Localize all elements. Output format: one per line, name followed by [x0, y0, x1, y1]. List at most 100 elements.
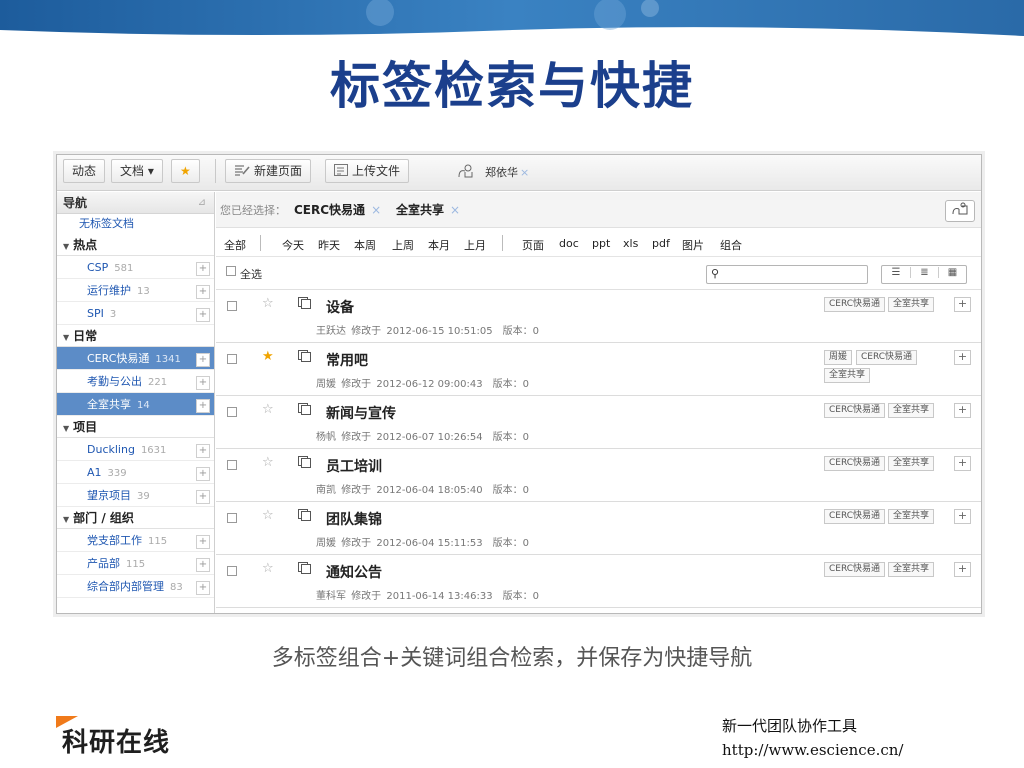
filter-type-xls[interactable]: xls — [623, 237, 638, 250]
nav-group-daily[interactable]: ▼ 日常 — [57, 325, 214, 347]
sidebar-item-csp[interactable]: CSP 581 + — [57, 256, 214, 279]
row-checkbox[interactable] — [227, 460, 237, 470]
sidebar-item-cerc[interactable]: CERC快易通 1341 + — [57, 347, 214, 370]
add-tag-button[interactable]: + — [196, 444, 210, 458]
add-tag-button[interactable]: + — [196, 399, 210, 413]
row-tag[interactable]: CERC快易通 — [824, 403, 886, 418]
filter-type-combo[interactable]: 组合 — [720, 237, 742, 253]
row-tag[interactable]: 全室共享 — [888, 509, 935, 524]
new-page-button[interactable]: 新建页面 — [225, 159, 312, 183]
filter-type-pdf[interactable]: pdf — [652, 237, 670, 250]
add-tag-button[interactable]: + — [196, 535, 210, 549]
add-tag-button[interactable]: + — [954, 456, 971, 471]
add-tag-button[interactable]: + — [196, 353, 210, 367]
filter-this-month[interactable]: 本月 — [428, 237, 450, 253]
row-checkbox[interactable] — [227, 301, 237, 311]
grid-view-icon[interactable]: ▦ — [938, 267, 966, 278]
table-row[interactable]: ☆ 通知公告 董科军 修改于 2011-06-14 13:46:33 版本：0 CERC… — [216, 556, 981, 608]
filter-last-month[interactable]: 上月 — [464, 237, 486, 253]
row-checkbox[interactable] — [227, 513, 237, 523]
add-tag-button[interactable]: + — [196, 285, 210, 299]
row-checkbox[interactable] — [227, 566, 237, 576]
favorite-button[interactable]: ★ — [171, 159, 200, 183]
docs-dropdown[interactable]: 文档 ▾ — [111, 159, 163, 183]
row-tag[interactable]: 全室共享 — [824, 368, 871, 383]
save-shortcut-button[interactable] — [945, 200, 975, 222]
add-tag-button[interactable]: + — [196, 308, 210, 322]
sidebar-item-ops[interactable]: 运行维护 13 + — [57, 279, 214, 302]
upload-button[interactable]: 上传文件 — [325, 159, 410, 183]
dynamic-button[interactable]: 动态 — [63, 159, 106, 183]
row-tag[interactable]: 全室共享 — [888, 562, 935, 577]
row-checkbox[interactable] — [227, 354, 237, 364]
row-tag[interactable]: 全室共享 — [888, 456, 935, 471]
add-tag-button[interactable]: + — [196, 262, 210, 276]
remove-tag-icon[interactable]: × — [371, 203, 381, 217]
add-tag-button[interactable]: + — [196, 467, 210, 481]
star-icon[interactable]: ★ — [262, 349, 274, 364]
sidebar-item-spi[interactable]: SPI 3 + — [57, 302, 214, 325]
document-title[interactable]: 员工培训 — [326, 456, 382, 476]
star-icon[interactable]: ☆ — [262, 455, 274, 470]
nav-group-departments[interactable]: ▼ 部门 / 组织 — [57, 507, 214, 529]
star-icon[interactable]: ☆ — [262, 296, 274, 311]
add-tag-button[interactable]: + — [196, 581, 210, 595]
sidebar-item-party[interactable]: 党支部工作 115 + — [57, 529, 214, 552]
add-tag-button[interactable]: + — [196, 376, 210, 390]
filter-yesterday[interactable]: 昨天 — [318, 237, 340, 253]
search-input[interactable]: ⚲ — [706, 265, 868, 284]
sidebar-item-attendance[interactable]: 考勤与公出 221 + — [57, 370, 214, 393]
row-tag[interactable]: 全室共享 — [888, 403, 935, 418]
nav-group-hot[interactable]: ▼ 热点 — [57, 234, 214, 256]
filter-type-ppt[interactable]: ppt — [592, 237, 610, 250]
star-icon[interactable]: ☆ — [262, 561, 274, 576]
filter-type-page[interactable]: 页面 — [522, 237, 544, 253]
row-tag[interactable]: CERC快易通 — [824, 509, 886, 524]
add-tag-button[interactable]: + — [954, 297, 971, 312]
sidebar-item-product[interactable]: 产品部 115 + — [57, 552, 214, 575]
sidebar-item-wangjing[interactable]: 望京项目 39 + — [57, 484, 214, 507]
nav-group-projects[interactable]: ▼ 项目 — [57, 416, 214, 438]
document-title[interactable]: 团队集锦 — [326, 509, 382, 529]
add-tag-button[interactable]: + — [954, 403, 971, 418]
row-tag[interactable]: CERC快易通 — [824, 562, 886, 577]
row-tag[interactable]: CERC快易通 — [824, 297, 886, 312]
row-tag[interactable]: CERC快易通 — [856, 350, 918, 365]
pin-icon[interactable]: ⊿ — [198, 192, 206, 214]
row-tag[interactable]: 全室共享 — [888, 297, 935, 312]
document-title[interactable]: 新闻与宣传 — [326, 403, 396, 423]
filter-this-week[interactable]: 本周 — [354, 237, 376, 253]
sidebar-item-a1[interactable]: A1 339 + — [57, 461, 214, 484]
star-icon[interactable]: ☆ — [262, 402, 274, 417]
remove-tag-icon[interactable]: × — [450, 203, 460, 217]
sidebar-item-shared[interactable]: 全室共享 14 + — [57, 393, 214, 416]
filter-type-image[interactable]: 图片 — [682, 237, 704, 253]
add-tag-button[interactable]: + — [954, 350, 971, 365]
sidebar-item-duckling[interactable]: Duckling 1631 + — [57, 438, 214, 461]
filter-today[interactable]: 今天 — [282, 237, 304, 253]
document-title[interactable]: 常用吧 — [326, 350, 368, 370]
filter-type-doc[interactable]: doc — [559, 237, 579, 250]
list-view-icon[interactable]: ☰ — [882, 267, 910, 278]
select-all-checkbox[interactable] — [226, 266, 236, 276]
sidebar-item-admin[interactable]: 综合部内部管理 83 + — [57, 575, 214, 598]
footer-url[interactable]: http://www.escience.cn/ — [722, 738, 903, 762]
document-title[interactable]: 设备 — [326, 297, 354, 317]
close-icon[interactable]: × — [520, 166, 529, 179]
add-tag-button[interactable]: + — [954, 562, 971, 577]
filter-last-week[interactable]: 上周 — [392, 237, 414, 253]
untagged-docs-link[interactable]: 无标签文档 — [57, 214, 214, 234]
row-tag[interactable]: CERC快易通 — [824, 456, 886, 471]
filter-all[interactable]: 全部 — [224, 237, 246, 253]
add-tag-button[interactable]: + — [196, 490, 210, 504]
star-icon[interactable]: ☆ — [262, 508, 274, 523]
detail-view-icon[interactable]: ≣ — [910, 267, 938, 278]
table-row[interactable]: ☆ 设备 王跃达 修改于 2012-06-15 10:51:05 版本：0 CERC快易… — [216, 291, 981, 343]
row-checkbox[interactable] — [227, 407, 237, 417]
row-tag[interactable]: 周媛 — [824, 350, 853, 365]
table-row[interactable]: ☆ 新闻与宣传 杨帆 修改于 2012-06-07 10:26:54 版本：0 CERC… — [216, 397, 981, 449]
table-row[interactable]: ★ 常用吧 周媛 修改于 2012-06-12 09:00:43 版本：0 周媛 CERC… — [216, 344, 981, 396]
user-tab[interactable]: 郑依华 × — [457, 163, 529, 180]
table-row[interactable]: ☆ 员工培训 南凯 修改于 2012-06-04 18:05:40 版本：0 CERC快… — [216, 450, 981, 502]
table-row[interactable]: ☆ 团队集锦 周媛 修改于 2012-06-04 15:11:53 版本：0 CERC快… — [216, 503, 981, 555]
